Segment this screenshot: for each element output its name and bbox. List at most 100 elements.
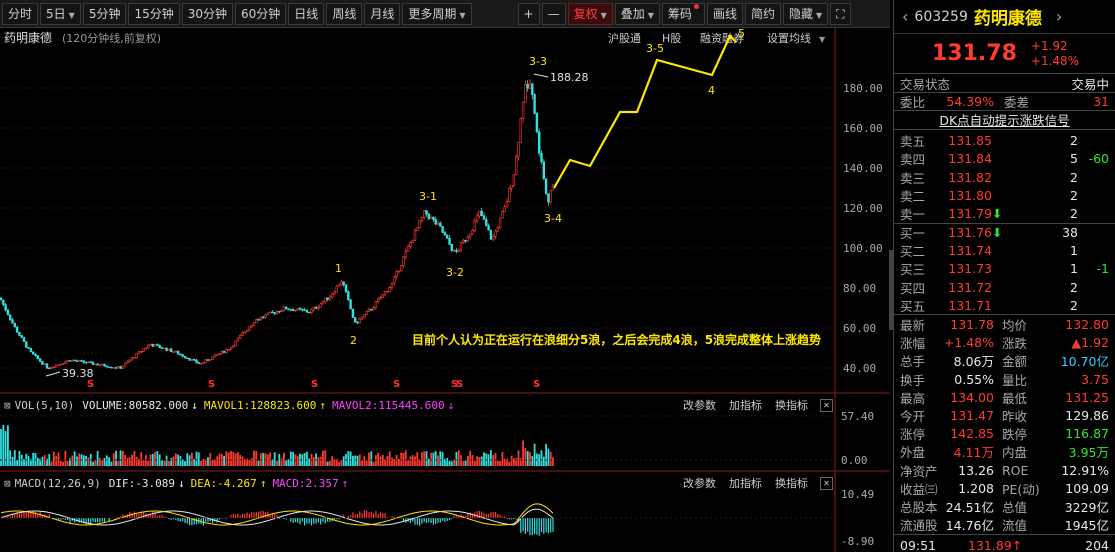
vol-edit-params[interactable]: 改参数 (683, 397, 716, 413)
tab-monthly[interactable]: 月线 (364, 2, 401, 25)
macd-bar (133, 511, 135, 518)
volume-bar (18, 450, 21, 466)
link-hshare[interactable]: H股 (662, 32, 681, 45)
candle-body (388, 287, 391, 292)
forward-icon[interactable]: › (1056, 7, 1062, 26)
tab-weekly[interactable]: 周线 (326, 2, 363, 25)
volume-bar (78, 453, 81, 466)
candle-body (209, 359, 212, 361)
candle-body (521, 102, 525, 119)
candle-body (114, 367, 118, 369)
fullscreen-button[interactable]: ⛶ (830, 2, 851, 25)
candle-body (312, 307, 315, 311)
bid-row[interactable]: 买二 131.74 1 (894, 242, 1115, 260)
tab-fenshi[interactable]: 分时 (2, 2, 39, 25)
volume-bar (476, 456, 478, 466)
volume-bar (197, 452, 200, 466)
stat-label: 流通股 (900, 518, 938, 534)
macd-label: MACD(12,26,9) (14, 476, 101, 490)
candle-body (160, 347, 164, 349)
tab-30min[interactable]: 30分钟 (181, 2, 234, 25)
wave-label-3-4: 3-4 (544, 212, 562, 225)
tab-daily[interactable]: 日线 (288, 2, 325, 25)
candle-body (45, 363, 49, 369)
candle-body (133, 357, 136, 359)
tab-15min[interactable]: 15分钟 (128, 2, 180, 25)
bid-row[interactable]: 买一 131.76 ⬇ 38 (894, 224, 1115, 242)
macd-edit-params[interactable]: 改参数 (683, 475, 716, 491)
bid-row[interactable]: 买五 131.71 2 (894, 296, 1115, 314)
volume-bar (386, 455, 389, 466)
overlay-button[interactable]: 叠加 ▼ (614, 2, 660, 25)
draw-line-button[interactable]: 画线 (706, 2, 743, 25)
ask-row[interactable]: 卖二 131.80 2 (894, 186, 1115, 204)
volume-bar (285, 459, 288, 466)
simple-mode-button[interactable]: 简约 (744, 2, 781, 25)
tab-60min[interactable]: 60分钟 (235, 2, 287, 25)
link-set-ma[interactable]: 设置均线 (767, 31, 811, 45)
stat-label: ROE (1002, 462, 1029, 478)
macd-add-indicator[interactable]: 加指标 (729, 475, 762, 491)
candle-body (36, 355, 40, 360)
stat-value: 10.70亿 (1060, 354, 1109, 370)
change-box: +1.92 +1.48% (1031, 39, 1079, 69)
volume-bar (73, 451, 76, 466)
chips-button[interactable]: 筹码 (661, 2, 705, 25)
collapse-icon[interactable]: ⊠ (4, 399, 11, 412)
stat-row: 涨停 142.85 跌停 116.87 (894, 425, 1115, 443)
back-icon[interactable]: ‹ (902, 7, 908, 26)
macd-bar (524, 518, 526, 534)
zoom-out-button[interactable]: — (541, 2, 566, 25)
macd-bar (421, 518, 423, 524)
analysis-annotation: 目前个人认为正在运行在浪细分5浪，之后会完成4浪，5浪完成整体上涨趋势 (412, 332, 821, 347)
candle-body (344, 284, 348, 292)
volume-bar (483, 452, 485, 466)
ask-row[interactable]: 卖一 131.79 ⬇ 2 (894, 204, 1115, 222)
volume-bar (170, 458, 173, 466)
candle-body (206, 359, 210, 361)
macd-switch-indicator[interactable]: 换指标 (775, 475, 808, 491)
volume-bar (151, 453, 154, 466)
macd-bar (297, 518, 299, 523)
candle-body (140, 351, 143, 353)
candle-body (73, 359, 76, 362)
bid-row[interactable]: 买三 131.73 1 -1 (894, 260, 1115, 278)
zoom-in-button[interactable]: + (517, 2, 540, 25)
macd-bar (359, 511, 361, 518)
macd-bar (439, 518, 441, 523)
bid-row[interactable]: 买四 131.72 2 (894, 278, 1115, 296)
vol-switch-indicator[interactable]: 换指标 (775, 397, 808, 413)
price-change-pct: +1.48% (1030, 53, 1080, 68)
close-icon[interactable]: ✕ (820, 476, 833, 490)
macd-bar (304, 518, 306, 526)
candle-body (501, 211, 504, 219)
dk-signal-link[interactable]: DK点自动提示涨跌信号 (939, 110, 1069, 129)
volume-bar (388, 451, 391, 466)
link-hugutong[interactable]: 沪股通 (608, 31, 641, 45)
ask-row[interactable]: 卖五 131.85 2 (894, 132, 1115, 150)
volume-bar (262, 452, 265, 466)
candle-body (399, 265, 403, 272)
macd-bar (333, 518, 336, 520)
macd-bar (538, 518, 540, 536)
macd-bar (258, 511, 260, 518)
tab-5min[interactable]: 5分钟 (82, 2, 127, 25)
collapse-icon[interactable]: ⊠ (4, 477, 11, 490)
tab-more-periods[interactable]: 更多周期 ▼ (402, 2, 472, 25)
ask-row[interactable]: 卖三 131.82 2 (894, 168, 1115, 186)
volume-bar (140, 452, 143, 466)
candle-body (64, 361, 67, 364)
hide-button[interactable]: 隐藏 ▼ (782, 2, 829, 25)
macd-bar (230, 514, 232, 518)
volume-bar (4, 431, 7, 466)
close-icon[interactable]: ✕ (820, 398, 833, 412)
ask-row[interactable]: 卖四 131.84 5 -60 (894, 150, 1115, 168)
macd-bar (28, 512, 30, 518)
vol-add-indicator[interactable]: 加指标 (729, 397, 762, 413)
vol-mavol2: MAVOL2:115445.600 (332, 398, 445, 412)
volume-bar (340, 459, 343, 466)
candle-body (307, 311, 311, 314)
trade-status-label: 交易状态 (900, 76, 951, 92)
tab-5day[interactable]: 5日 ▼ (40, 2, 81, 25)
fuquan-button[interactable]: 复权 ▼ (567, 2, 613, 25)
